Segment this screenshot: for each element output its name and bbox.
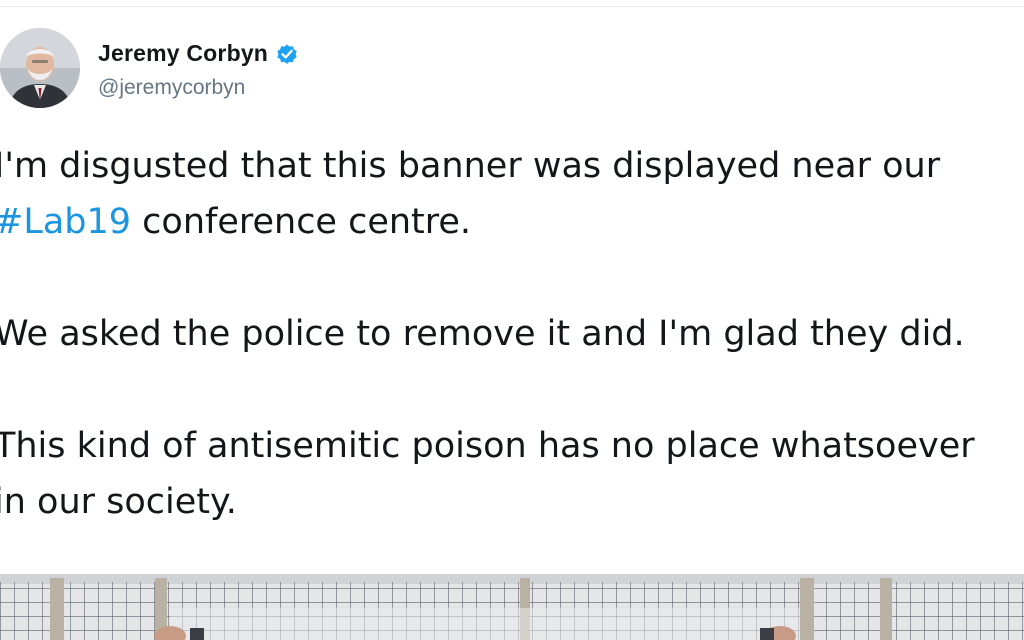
- profile-photo-icon: [0, 28, 80, 108]
- tweet-header: Jeremy Corbyn @jeremycorbyn: [0, 22, 500, 122]
- tweet-line-3: We asked the police to remove it and I'm…: [0, 314, 965, 354]
- tweet-line-1: I'm disgusted that this banner was displ…: [0, 146, 941, 186]
- author-name[interactable]: Jeremy Corbyn: [98, 40, 268, 67]
- photo-banner-icon: [0, 574, 1024, 640]
- tweet-line-4: This kind of antisemitic poison has no p…: [0, 426, 975, 466]
- tweet-line-2: #Lab19 conference centre.: [0, 194, 1024, 250]
- top-divider: [0, 6, 1024, 7]
- hashtag-link[interactable]: #Lab19: [0, 202, 131, 242]
- author-handle[interactable]: @jeremycorbyn: [98, 76, 245, 100]
- author-name-row: Jeremy Corbyn: [98, 40, 299, 67]
- tweet-text: I'm disgusted that this banner was displ…: [0, 138, 1024, 530]
- tweet-line-2-text: conference centre.: [131, 202, 472, 242]
- tweet-line-5: in our society.: [0, 482, 237, 522]
- author-avatar[interactable]: [0, 28, 80, 108]
- tweet-photo[interactable]: [0, 574, 1024, 640]
- verified-badge-icon: [275, 42, 299, 66]
